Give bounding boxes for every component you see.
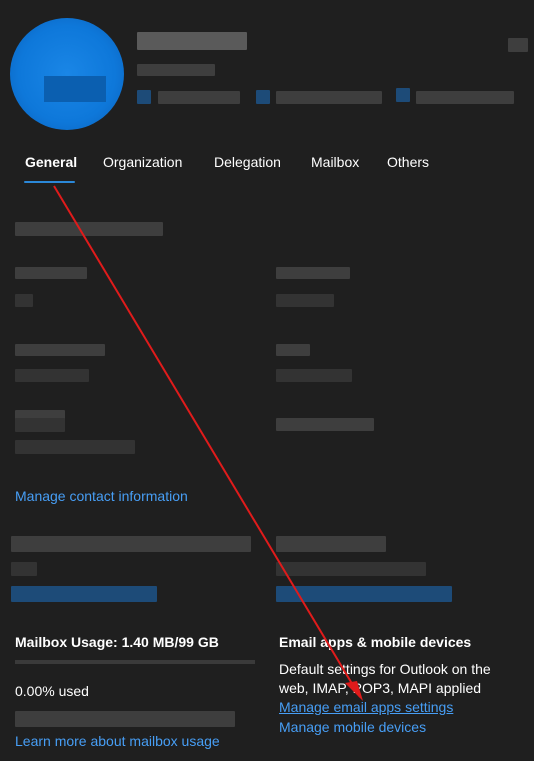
tab-others[interactable]: Others <box>387 154 429 170</box>
field-value-redacted <box>15 294 33 307</box>
mailbox-used-percent: 0.00% used <box>15 683 89 699</box>
user-info-item-3-redacted[interactable] <box>416 91 514 104</box>
user-info-item-1-redacted[interactable] <box>158 91 240 104</box>
learn-more-mailbox-usage-link[interactable]: Learn more about mailbox usage <box>15 733 220 749</box>
field-value-redacted <box>276 294 334 307</box>
user-info-icon-1 <box>137 90 151 104</box>
link-redacted[interactable] <box>11 586 157 602</box>
user-name-redacted <box>137 32 247 50</box>
email-apps-description-line2: web, IMAP, POP3, MAPI applied <box>279 680 482 696</box>
user-details-panel: General Organization Delegation Mailbox … <box>0 0 534 761</box>
user-info-icon-3 <box>396 88 410 102</box>
mailbox-usage-heading: Mailbox Usage: 1.40 MB/99 GB <box>15 634 219 650</box>
active-tab-indicator <box>24 181 75 183</box>
avatar-initials-redacted <box>44 76 106 102</box>
field-label-redacted <box>276 267 350 279</box>
field-label-redacted <box>15 267 87 279</box>
section-heading-redacted <box>15 222 163 236</box>
manage-mobile-devices-link[interactable]: Manage mobile devices <box>279 719 426 735</box>
section-heading-redacted <box>276 536 386 552</box>
tab-delegation[interactable]: Delegation <box>214 154 281 170</box>
email-apps-heading: Email apps & mobile devices <box>279 634 472 650</box>
field-label-redacted <box>276 344 310 356</box>
user-title-redacted <box>137 64 215 76</box>
field-label-redacted <box>15 344 105 356</box>
field-value-redacted <box>15 440 135 454</box>
mailbox-info-redacted <box>15 711 235 727</box>
field-value-redacted <box>11 562 37 576</box>
field-value-redacted <box>15 418 65 432</box>
section-heading-redacted <box>11 536 251 552</box>
mailbox-usage-progress-bar <box>15 660 255 664</box>
field-value-redacted <box>276 562 426 576</box>
tab-bar: General Organization Delegation Mailbox … <box>0 148 534 188</box>
field-value-redacted <box>276 369 352 382</box>
link-redacted[interactable] <box>276 586 452 602</box>
user-info-item-2-redacted[interactable] <box>276 91 382 104</box>
tab-mailbox[interactable]: Mailbox <box>311 154 359 170</box>
field-label-redacted <box>276 418 374 431</box>
tab-organization[interactable]: Organization <box>103 154 182 170</box>
email-apps-description-line1: Default settings for Outlook on the <box>279 661 491 677</box>
tab-general[interactable]: General <box>25 154 77 170</box>
manage-email-apps-settings-link[interactable]: Manage email apps settings <box>279 699 453 715</box>
user-avatar <box>10 18 124 130</box>
manage-contact-information-link[interactable]: Manage contact information <box>15 488 188 504</box>
field-value-redacted <box>15 369 89 382</box>
user-info-icon-2 <box>256 90 270 104</box>
header-action-redacted[interactable] <box>508 38 528 52</box>
